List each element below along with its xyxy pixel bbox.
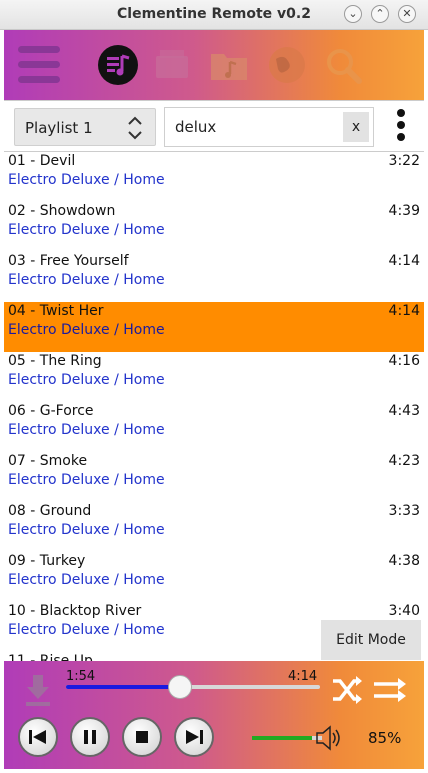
track-title: 10 - Blacktop River (8, 603, 142, 619)
seek-slider[interactable] (66, 675, 320, 699)
track-row[interactable]: 02 - Showdown Electro Deluxe / Home 4:39 (4, 202, 424, 252)
volume-percent: 85% (368, 729, 402, 747)
track-row[interactable]: 07 - Smoke Electro Deluxe / Home 4:23 (4, 452, 424, 502)
track-title: 11 - Rise Up (8, 653, 93, 661)
track-duration: 4:43 (388, 403, 420, 419)
shuffle-icon[interactable] (330, 673, 364, 707)
stop-button[interactable] (122, 717, 162, 757)
track-artist-album: Electro Deluxe / Home (8, 172, 165, 188)
track-row[interactable]: 09 - Turkey Electro Deluxe / Home 4:38 (4, 552, 424, 602)
top-toolbar (4, 30, 424, 100)
skip-next-icon (186, 730, 203, 744)
track-artist-album: Electro Deluxe / Home (8, 572, 165, 588)
internet-icon[interactable] (266, 44, 308, 86)
track-row[interactable]: 01 - Devil Electro Deluxe / Home 3:22 (4, 152, 424, 202)
track-title: 08 - Ground (8, 503, 92, 519)
search-icon[interactable] (322, 44, 364, 86)
playlist-icon[interactable] (97, 44, 139, 86)
track-title: 01 - Devil (8, 153, 76, 169)
volume-slider[interactable] (252, 736, 322, 740)
track-list[interactable]: 01 - Devil Electro Deluxe / Home 3:22 02 - … (4, 152, 424, 661)
stop-icon (136, 731, 148, 743)
window-titlebar: Clementine Remote v0.2 ⌄ ⌃ ✕ (0, 0, 428, 30)
total-time: 4:14 (288, 669, 318, 684)
download-icon[interactable] (24, 673, 52, 707)
track-title: 06 - G-Force (8, 403, 94, 419)
repeat-icon[interactable] (372, 675, 408, 705)
track-artist-album: Electro Deluxe / Home (8, 222, 165, 238)
next-button[interactable] (174, 717, 214, 757)
maximize-icon[interactable]: ⌃ (371, 5, 389, 23)
updown-arrows-icon (127, 115, 143, 141)
track-title: 05 - The Ring (8, 353, 102, 369)
track-row[interactable]: 03 - Free Yourself Electro Deluxe / Home 4… (4, 252, 424, 302)
track-row[interactable]: 06 - G-Force Electro Deluxe / Home 4:43 (4, 402, 424, 452)
track-row[interactable]: 05 - The Ring Electro Deluxe / Home 4:16 (4, 352, 424, 402)
files-icon[interactable] (208, 44, 250, 86)
track-artist-album: Electro Deluxe / Home (8, 522, 165, 538)
track-artist-album: Electro Deluxe / Home (8, 372, 165, 388)
track-title: 04 - Twist Her (8, 303, 104, 319)
track-artist-album: Electro Deluxe / Home (8, 622, 165, 638)
track-duration: 3:22 (388, 153, 420, 169)
close-icon[interactable]: ✕ (398, 5, 416, 23)
seek-progress (66, 685, 181, 689)
edit-mode-button[interactable]: Edit Mode (321, 620, 421, 660)
minimize-icon[interactable]: ⌄ (344, 5, 362, 23)
track-duration: 4:14 (388, 253, 420, 269)
track-title: 09 - Turkey (8, 553, 86, 569)
clear-search-button[interactable]: x (343, 112, 369, 142)
volume-level (252, 736, 312, 740)
search-box: x (164, 107, 374, 147)
track-row[interactable]: 04 - Twist Her Electro Deluxe / Home 4:14 (4, 302, 424, 352)
elapsed-time: 1:54 (66, 669, 96, 684)
menu-icon[interactable] (18, 46, 60, 86)
track-artist-album: Electro Deluxe / Home (8, 472, 165, 488)
window-title: Clementine Remote v0.2 (117, 6, 311, 22)
more-options-icon[interactable] (394, 109, 408, 145)
track-row[interactable]: 08 - Ground Electro Deluxe / Home 3:33 (4, 502, 424, 552)
track-duration: 4:23 (388, 453, 420, 469)
pause-icon (84, 730, 96, 744)
playlist-select[interactable]: Playlist 1 (14, 108, 156, 146)
track-duration: 4:14 (388, 303, 420, 319)
volume-icon[interactable] (314, 725, 342, 751)
filter-bar: Playlist 1 x (4, 100, 424, 152)
track-title: 07 - Smoke (8, 453, 88, 469)
track-title: 02 - Showdown (8, 203, 116, 219)
library-icon[interactable] (152, 44, 194, 86)
skip-previous-icon (29, 730, 46, 744)
track-artist-album: Electro Deluxe / Home (8, 272, 165, 288)
track-title: 03 - Free Yourself (8, 253, 129, 269)
player-controls: 1:54 4:14 85% (4, 661, 424, 769)
playlist-select-label: Playlist 1 (25, 119, 93, 137)
track-duration: 3:40 (388, 603, 420, 619)
track-duration: 4:39 (388, 203, 420, 219)
track-artist-album: Electro Deluxe / Home (8, 322, 165, 338)
pause-button[interactable] (70, 717, 110, 757)
track-duration: 4:38 (388, 553, 420, 569)
track-duration: 3:33 (388, 503, 420, 519)
track-duration: 4:16 (388, 353, 420, 369)
previous-button[interactable] (18, 717, 58, 757)
track-artist-album: Electro Deluxe / Home (8, 422, 165, 438)
search-input[interactable] (165, 108, 345, 146)
seek-handle[interactable] (168, 675, 193, 699)
